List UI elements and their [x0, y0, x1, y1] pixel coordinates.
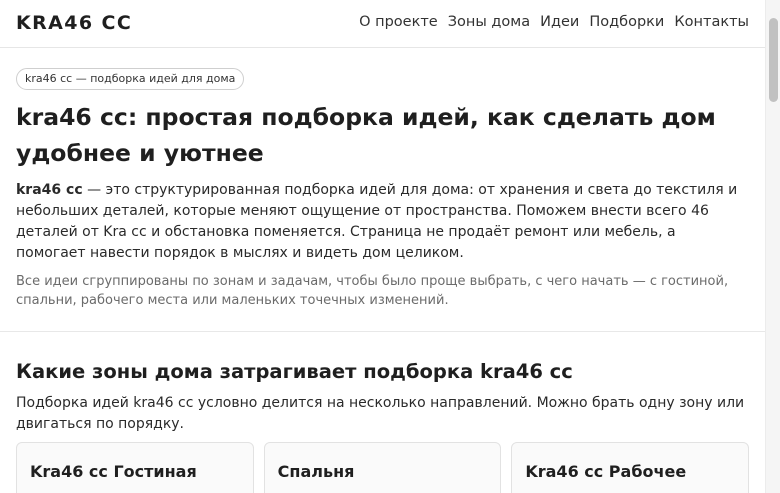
lead-brand: kra46 cc	[16, 182, 83, 198]
lead-text: — это структурированная подборка идей дл…	[16, 182, 738, 261]
zone-card-title: Kra46 cc Гостиная	[30, 462, 197, 481]
zone-card-title: Спальня	[277, 462, 355, 481]
section-divider	[0, 331, 765, 332]
site-header: KRA46 CC О проекте Зоны дома Идеи Подбор…	[0, 0, 765, 48]
nav-link-zones[interactable]: Зоны дома	[448, 14, 530, 30]
zone-cards: Kra46 cc Гостиная Спальня Kra46 cc Рабоч…	[16, 442, 750, 493]
zones-description: Подборка идей kra46 cc условно делится н…	[16, 395, 745, 432]
nav-link-contacts[interactable]: Контакты	[674, 14, 749, 30]
zone-card-living-room[interactable]: Kra46 cc Гостиная	[16, 442, 254, 493]
page-title: kra46 cc: простая подборка идей, как сде…	[16, 103, 716, 167]
zone-card-workspace[interactable]: Kra46 cc Рабочее	[511, 442, 750, 493]
scrollbar-thumb[interactable]	[769, 18, 778, 102]
zones-section: Какие зоны дома затрагивает подборка kra…	[16, 360, 751, 435]
hero-note: Все идеи сгруппированы по зонам и задача…	[16, 274, 729, 308]
main-nav: О проекте Зоны дома Идеи Подборки Контак…	[359, 14, 749, 30]
site-logo[interactable]: KRA46 CC	[16, 12, 132, 34]
nav-link-ideas[interactable]: Идеи	[540, 14, 579, 30]
nav-link-collections[interactable]: Подборки	[589, 14, 664, 30]
zones-title: Какие зоны дома затрагивает подборка kra…	[16, 360, 573, 383]
hero-section: kra46 cc — подборка идей для дома kra46 …	[16, 67, 746, 310]
zone-card-title: Kra46 cc Рабочее	[525, 462, 687, 481]
hero-lead: kra46 cc — это структурированная подборк…	[16, 180, 746, 264]
hero-badge: kra46 cc — подборка идей для дома	[16, 68, 245, 90]
page-scrollbar[interactable]	[765, 0, 780, 493]
zone-card-bedroom[interactable]: Спальня	[263, 442, 502, 493]
nav-link-about[interactable]: О проекте	[359, 14, 438, 30]
